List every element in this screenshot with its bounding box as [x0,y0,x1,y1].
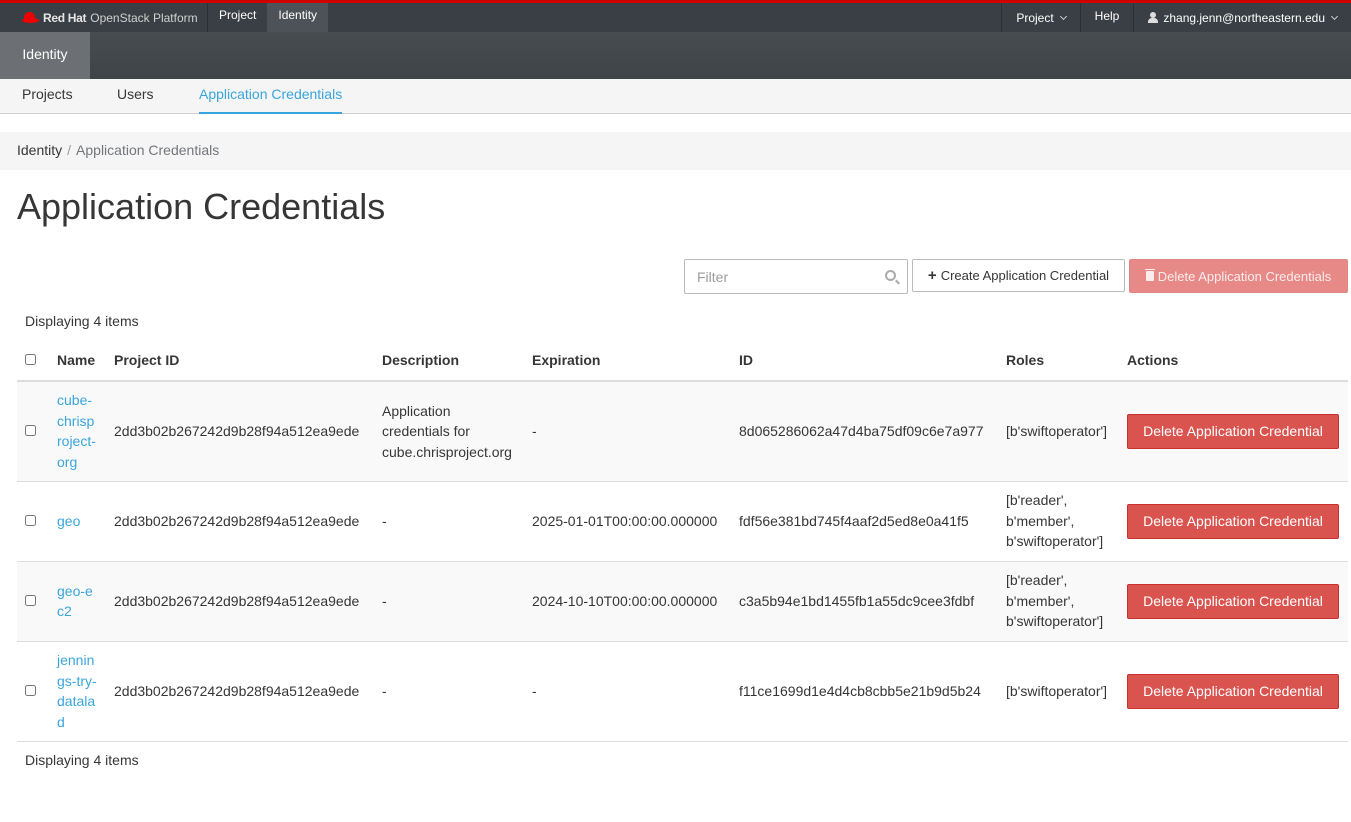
expiration-cell: 2024-10-10T00:00:00.000000 [524,561,731,642]
name-cell: geo-ec2 [49,561,106,642]
project-id-cell: 2dd3b02b267242d9b28f94a512ea9ede [106,381,374,482]
description-cell: - [374,641,524,742]
page-title: Application Credentials [17,186,386,227]
actions-cell: Delete Application Credential [1119,561,1348,642]
redhat-logo-icon [22,12,39,24]
row-checkbox[interactable] [25,514,36,526]
sub-navigation: Projects Users Application Credentials [0,79,1351,114]
credential-name-link[interactable]: geo-ec2 [57,581,97,622]
col-expiration[interactable]: Expiration [524,340,731,382]
item-count-bottom: Displaying 4 items [25,752,139,768]
select-all-cell [17,340,49,382]
chevron-down-icon [1330,12,1339,20]
table-row: cube-chrisproject-org 2dd3b02b267242d9b2… [17,381,1348,482]
table-row: jennings-try-datalad 2dd3b02b267242d9b28… [17,641,1348,742]
row-checkbox[interactable] [25,594,36,606]
credentials-table: Name Project ID Description Expiration I… [17,340,1348,742]
top-right-menu: Project Help zhang.jenn@northeastern.edu [1001,3,1351,32]
row-checkbox[interactable] [25,684,36,696]
breadcrumb-current: Application Credentials [76,142,220,158]
create-button-label: Create Application Credential [940,268,1110,283]
col-name[interactable]: Name [49,340,106,382]
chevron-down-icon [1059,12,1067,20]
credential-name-link[interactable]: cube-chrisproject-org [57,390,97,472]
top-nav-identity[interactable]: Identity [267,3,329,32]
user-icon [1148,12,1159,23]
col-project-id[interactable]: Project ID [106,340,374,382]
project-id-cell: 2dd3b02b267242d9b28f94a512ea9ede [106,641,374,742]
top-nav: Project Identity [207,3,329,32]
roles-cell: [b'reader', b'member', b'swiftoperator'] [998,561,1119,642]
roles-cell: [b'swiftoperator'] [998,381,1119,482]
col-id[interactable]: ID [731,340,998,382]
table-row: geo 2dd3b02b267242d9b28f94a512ea9ede - 2… [17,481,1348,562]
tab-projects[interactable]: Projects [22,79,73,114]
search-icon[interactable] [885,270,896,281]
project-dropdown-label: Project [1016,10,1054,25]
brand-logo[interactable]: Red Hat OpenStack Platform [22,6,198,30]
col-roles[interactable]: Roles [998,340,1119,382]
id-cell: fdf56e381bd745f4aaf2d5ed8e0a41f5 [731,481,998,562]
project-dropdown[interactable]: Project [1001,3,1079,32]
breadcrumb: Identity / Application Credentials [0,132,1351,170]
name-cell: cube-chrisproject-org [49,381,106,482]
trash-icon [1144,269,1155,281]
id-cell: 8d065286062a47d4ba75df09c6e7a977 [731,381,998,482]
table-header-row: Name Project ID Description Expiration I… [17,340,1348,382]
credential-name-link[interactable]: geo [57,511,97,532]
item-count-top: Displaying 4 items [25,313,139,329]
roles-cell: [b'reader', b'member', b'swiftoperator'] [998,481,1119,562]
secondary-navbar: Identity [0,32,1351,79]
name-cell: geo [49,481,106,562]
create-application-credential-button[interactable]: + Create Application Credential [912,259,1125,292]
delete-credential-button[interactable]: Delete Application Credential [1127,413,1339,449]
expiration-cell: - [524,381,731,482]
user-dropdown[interactable]: zhang.jenn@northeastern.edu [1133,3,1351,32]
plus-icon: + [927,267,937,284]
project-id-cell: 2dd3b02b267242d9b28f94a512ea9ede [106,481,374,562]
tab-application-credentials[interactable]: Application Credentials [199,79,343,114]
col-description[interactable]: Description [374,340,524,382]
row-select-cell [17,641,49,742]
breadcrumb-root[interactable]: Identity [17,142,62,158]
table-row: geo-ec2 2dd3b02b267242d9b28f94a512ea9ede… [17,561,1348,642]
brand-bold: Red Hat [43,11,87,25]
breadcrumb-separator: / [67,142,72,158]
brand-text: OpenStack Platform [90,11,198,25]
row-select-cell [17,381,49,482]
roles-cell: [b'swiftoperator'] [998,641,1119,742]
tab-users[interactable]: Users [117,79,154,114]
description-cell: Application credentials for cube.chrispr… [374,381,524,482]
expiration-cell: - [524,641,731,742]
top-navbar: Red Hat OpenStack Platform Project Ident… [0,0,1351,32]
filter-box [684,259,908,294]
description-cell: - [374,561,524,642]
delete-all-label: Delete Application Credentials [1157,268,1332,284]
expiration-cell: 2025-01-01T00:00:00.000000 [524,481,731,562]
id-cell: c3a5b94e1bd1455fb1a55dc9cee3fdbf [731,561,998,642]
row-checkbox[interactable] [25,425,36,436]
description-cell: - [374,481,524,562]
name-cell: jennings-try-datalad [49,641,106,742]
delete-application-credentials-button[interactable]: Delete Application Credentials [1129,259,1348,293]
col-actions: Actions [1119,340,1348,382]
select-all-checkbox[interactable] [25,354,36,365]
row-select-cell [17,481,49,562]
secondary-tab-identity[interactable]: Identity [0,32,90,79]
row-select-cell [17,561,49,642]
help-link[interactable]: Help [1079,3,1134,32]
delete-credential-button[interactable]: Delete Application Credential [1127,503,1339,539]
top-nav-project[interactable]: Project [208,3,267,32]
actions-cell: Delete Application Credential [1119,641,1348,742]
filter-input[interactable] [685,260,865,293]
actions-cell: Delete Application Credential [1119,481,1348,562]
actions-cell: Delete Application Credential [1119,381,1348,482]
delete-credential-button[interactable]: Delete Application Credential [1127,673,1339,709]
project-id-cell: 2dd3b02b267242d9b28f94a512ea9ede [106,561,374,642]
delete-credential-button[interactable]: Delete Application Credential [1127,583,1339,619]
user-name: zhang.jenn@northeastern.edu [1163,10,1325,25]
id-cell: f11ce1699d1e4d4cb8cbb5e21b9d5b24 [731,641,998,742]
credential-name-link[interactable]: jennings-try-datalad [57,650,97,732]
